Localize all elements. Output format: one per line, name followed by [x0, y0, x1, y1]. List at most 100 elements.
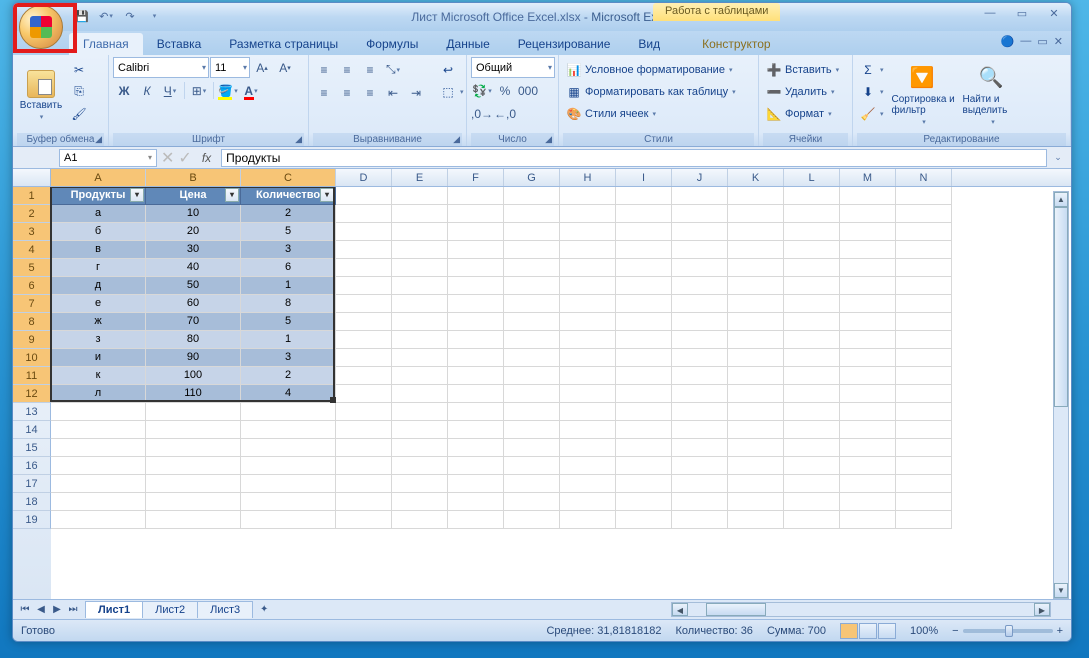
cell[interactable]: [336, 367, 392, 385]
cut-button[interactable]: ✂: [68, 59, 90, 80]
grow-font-button[interactable]: A▴: [251, 57, 273, 78]
cell[interactable]: [448, 223, 504, 241]
cell[interactable]: [504, 331, 560, 349]
cell[interactable]: б: [51, 223, 146, 241]
cell[interactable]: [672, 475, 728, 493]
cell[interactable]: [896, 349, 952, 367]
align-right-button[interactable]: ≡: [359, 82, 381, 103]
cell[interactable]: [336, 313, 392, 331]
cell[interactable]: [504, 385, 560, 403]
cell[interactable]: [504, 277, 560, 295]
cell[interactable]: [728, 367, 784, 385]
cell[interactable]: [784, 349, 840, 367]
cell[interactable]: [504, 457, 560, 475]
cell[interactable]: [560, 295, 616, 313]
row-header[interactable]: 2: [13, 205, 51, 223]
row-header[interactable]: 7: [13, 295, 51, 313]
column-header[interactable]: E: [392, 169, 448, 186]
cell[interactable]: [392, 511, 448, 529]
cell[interactable]: [146, 403, 241, 421]
sheet-tab-1[interactable]: Лист1: [85, 601, 143, 618]
qat-customize-icon[interactable]: ▾: [145, 7, 163, 25]
cell[interactable]: [672, 385, 728, 403]
cell[interactable]: [392, 313, 448, 331]
cell[interactable]: [728, 475, 784, 493]
cells-area[interactable]: Продукты▾Цена▾Количество▾а102б205в303г40…: [51, 187, 1071, 599]
vertical-scrollbar[interactable]: ▲ ▼: [1053, 191, 1069, 599]
cell[interactable]: 90: [146, 349, 241, 367]
new-sheet-button[interactable]: ✦: [256, 604, 272, 615]
cell[interactable]: [616, 331, 672, 349]
cell[interactable]: [560, 403, 616, 421]
cell[interactable]: [784, 511, 840, 529]
cell[interactable]: [840, 493, 896, 511]
cell[interactable]: [336, 421, 392, 439]
font-color-button[interactable]: A▾: [240, 80, 262, 101]
cell[interactable]: [672, 313, 728, 331]
cell[interactable]: [504, 367, 560, 385]
bold-button[interactable]: Ж: [113, 80, 135, 101]
cell[interactable]: [448, 241, 504, 259]
tab-design[interactable]: Конструктор: [688, 33, 784, 55]
cell[interactable]: [504, 439, 560, 457]
cell[interactable]: Цена▾: [146, 187, 241, 205]
office-button[interactable]: [19, 5, 63, 49]
cell[interactable]: [448, 421, 504, 439]
cell[interactable]: [728, 295, 784, 313]
cell[interactable]: [896, 259, 952, 277]
column-header[interactable]: F: [448, 169, 504, 186]
cell[interactable]: [392, 259, 448, 277]
minimize-button[interactable]: —: [979, 7, 1001, 23]
cell[interactable]: [896, 385, 952, 403]
cell[interactable]: [51, 475, 146, 493]
column-header[interactable]: C: [241, 169, 336, 186]
cell[interactable]: [896, 241, 952, 259]
cell[interactable]: [784, 493, 840, 511]
cell[interactable]: [146, 475, 241, 493]
cell[interactable]: [616, 277, 672, 295]
cell[interactable]: [504, 493, 560, 511]
cell[interactable]: [840, 421, 896, 439]
sheet-nav-first[interactable]: ⏮: [17, 604, 33, 615]
cell[interactable]: [896, 187, 952, 205]
row-header[interactable]: 9: [13, 331, 51, 349]
cell[interactable]: [728, 205, 784, 223]
orientation-button[interactable]: ⤡▾: [382, 59, 404, 80]
align-launcher[interactable]: ◢: [453, 134, 460, 145]
cell[interactable]: [896, 403, 952, 421]
column-header[interactable]: J: [672, 169, 728, 186]
cell[interactable]: [672, 331, 728, 349]
row-header[interactable]: 12: [13, 385, 51, 403]
cell[interactable]: [672, 457, 728, 475]
row-header[interactable]: 18: [13, 493, 51, 511]
cell[interactable]: [504, 295, 560, 313]
format-cells-button[interactable]: 📐Формат▾: [763, 103, 848, 124]
cell[interactable]: [504, 223, 560, 241]
maximize-button[interactable]: ▭: [1011, 7, 1033, 23]
cell[interactable]: [840, 313, 896, 331]
copy-button[interactable]: ⎘: [68, 81, 90, 102]
cell[interactable]: [728, 241, 784, 259]
cell[interactable]: [896, 511, 952, 529]
wrap-text-button[interactable]: ↩: [437, 59, 467, 80]
row-header[interactable]: 10: [13, 349, 51, 367]
cell[interactable]: [616, 349, 672, 367]
column-header[interactable]: I: [616, 169, 672, 186]
cell[interactable]: 2: [241, 367, 336, 385]
fill-button[interactable]: ⬇▾: [857, 81, 887, 102]
cell[interactable]: [504, 349, 560, 367]
cell[interactable]: [51, 457, 146, 475]
cell[interactable]: [672, 367, 728, 385]
cell[interactable]: [616, 439, 672, 457]
cell[interactable]: [840, 403, 896, 421]
row-header[interactable]: 6: [13, 277, 51, 295]
cell[interactable]: [504, 475, 560, 493]
cell[interactable]: [896, 313, 952, 331]
accounting-format-button[interactable]: 💱▾: [471, 80, 493, 101]
cell[interactable]: [392, 331, 448, 349]
cell[interactable]: Количество▾: [241, 187, 336, 205]
fx-cancel-icon[interactable]: ✕: [161, 148, 174, 168]
clipboard-launcher[interactable]: ◢: [95, 134, 102, 145]
cell[interactable]: [840, 205, 896, 223]
qat-save-icon[interactable]: 💾: [73, 7, 91, 25]
